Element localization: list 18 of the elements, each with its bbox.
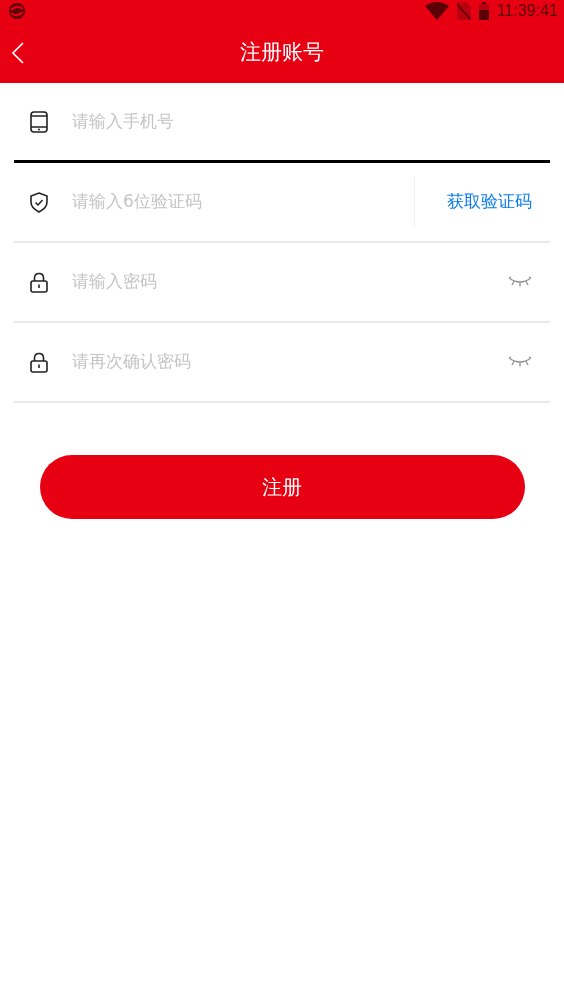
phone-icon (30, 110, 48, 133)
lock-icon (30, 351, 48, 373)
page-title: 注册账号 (240, 38, 324, 66)
code-field[interactable]: 请输入6位验证码 (70, 188, 414, 216)
battery-icon (478, 2, 489, 20)
get-code-button[interactable]: 获取验证码 (414, 177, 532, 227)
phone-field[interactable]: 请输入手机号 (70, 107, 532, 136)
back-button[interactable] (12, 41, 24, 64)
shield-check-icon (30, 191, 48, 213)
password-field[interactable]: 请输入密码 (70, 268, 508, 296)
register-button[interactable]: 注册 (39, 455, 525, 519)
clock-time: 11:39:41 (496, 1, 558, 21)
lock-icon (30, 271, 48, 293)
password-field[interactable]: 请再次确认密码 (70, 348, 508, 376)
password-visibility-toggle[interactable] (508, 276, 532, 288)
wifi-icon (424, 2, 449, 20)
password-visibility-toggle[interactable] (508, 356, 532, 368)
no-sim-icon (456, 2, 471, 20)
